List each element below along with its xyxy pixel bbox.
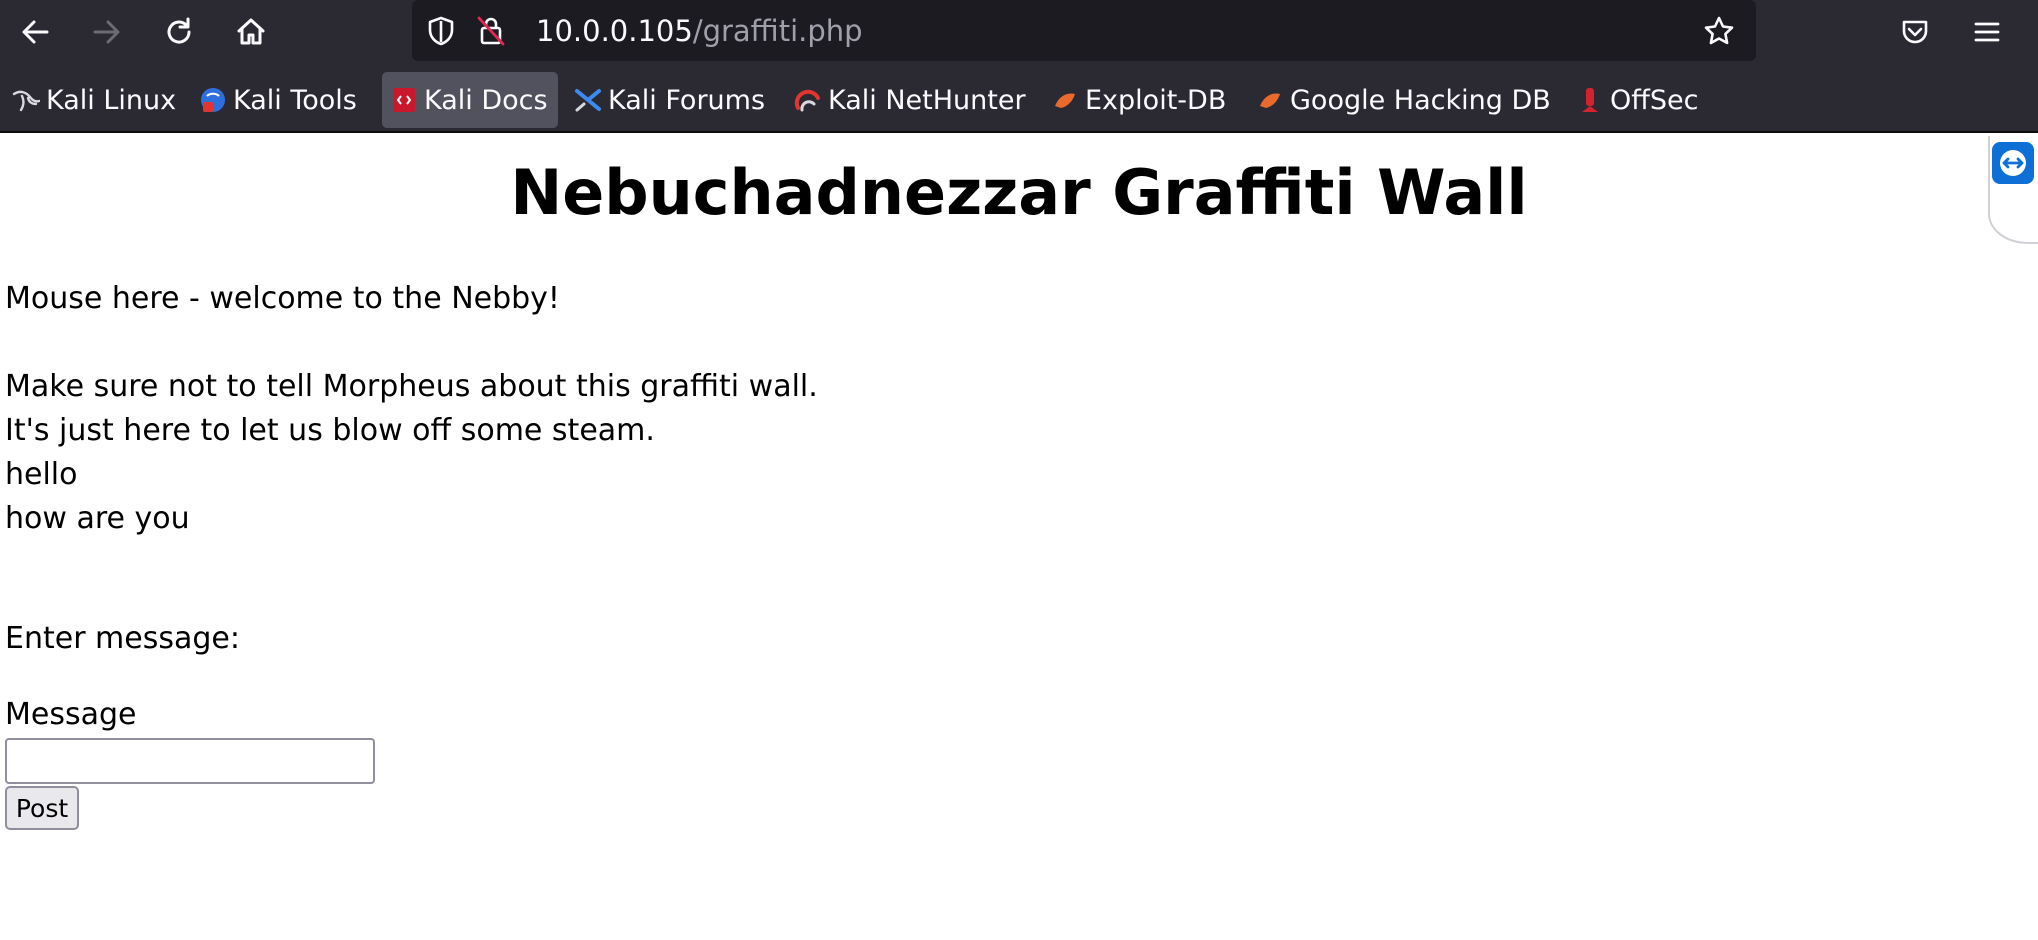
bookmark-kali-forums[interactable]: Kali Forums <box>566 72 775 128</box>
message-input[interactable] <box>5 738 375 784</box>
reload-button[interactable] <box>156 10 202 54</box>
message-field-label: Message <box>5 697 137 732</box>
graffiti-message: hello <box>5 457 78 492</box>
bookmark-google-hacking-db[interactable]: Google Hacking DB <box>1248 72 1561 128</box>
bookmarks-toolbar: Kali Linux Kali Tools Kali Docs Kali For… <box>0 72 2038 130</box>
bookmark-label: Kali NetHunter <box>828 84 1026 116</box>
bookmark-kali-tools[interactable]: Kali Tools <box>191 72 367 128</box>
exploit-db-icon <box>1051 86 1079 114</box>
post-button[interactable]: Post <box>5 786 79 830</box>
bookmark-offsec[interactable]: OffSec <box>1568 72 1708 128</box>
bookmark-label: Google Hacking DB <box>1290 84 1551 116</box>
kali-dragon-icon <box>12 86 40 114</box>
forward-button[interactable] <box>84 10 130 54</box>
ghdb-icon <box>1256 86 1284 114</box>
pocket-button[interactable] <box>1892 10 1938 54</box>
graffiti-message: how are you <box>5 501 190 536</box>
kali-forums-icon <box>574 86 602 114</box>
bookmark-label: Kali Tools <box>233 84 357 116</box>
bookmark-kali-nethunter[interactable]: Kali NetHunter <box>786 72 1036 128</box>
back-button[interactable] <box>12 10 58 54</box>
form-prompt: Enter message: <box>5 621 240 656</box>
bookmark-label: OffSec <box>1610 84 1699 116</box>
bookmark-label: Kali Linux <box>46 84 177 116</box>
bookmark-kali-linux[interactable]: Kali Linux <box>4 72 186 128</box>
app-menu-button[interactable] <box>1964 10 2010 54</box>
hamburger-menu-icon <box>1974 22 2000 42</box>
graffiti-message: Make sure not to tell Morpheus about thi… <box>5 369 818 404</box>
page-content: Nebuchadnezzar Graffiti Wall Mouse here … <box>0 133 2038 940</box>
offsec-icon <box>1576 86 1604 114</box>
url-path: /graffiti.php <box>692 14 863 48</box>
reload-icon <box>167 17 191 44</box>
welcome-line: Mouse here - welcome to the Nebby! <box>5 281 560 316</box>
browser-chrome: 10.0.0.105/graffiti.php Kali Linux Kali … <box>0 0 2038 133</box>
bookmark-label: Kali Docs <box>424 84 548 116</box>
insecure-lock-icon[interactable] <box>474 14 508 48</box>
bookmark-kali-docs[interactable]: Kali Docs <box>382 72 558 128</box>
bookmark-label: Kali Forums <box>608 84 766 116</box>
url-host: 10.0.0.105 <box>536 14 693 48</box>
bookmark-exploit-db[interactable]: Exploit-DB <box>1043 72 1236 128</box>
navigation-toolbar: 10.0.0.105/graffiti.php <box>0 0 2038 66</box>
arrow-right-icon <box>93 20 120 44</box>
page-title: Nebuchadnezzar Graffiti Wall <box>510 156 1528 229</box>
kali-tools-icon <box>199 86 227 114</box>
shield-icon[interactable] <box>424 14 458 48</box>
home-button[interactable] <box>228 10 274 54</box>
home-icon <box>237 18 265 45</box>
graffiti-message: It's just here to let us blow off some s… <box>5 413 655 448</box>
remote-support-side-tab[interactable] <box>1988 136 2038 244</box>
url-text[interactable]: 10.0.0.105/graffiti.php <box>536 14 863 48</box>
arrow-left-icon <box>22 20 49 44</box>
bookmark-star-icon[interactable] <box>1702 14 1736 48</box>
kali-nethunter-icon <box>794 86 822 114</box>
bookmark-label: Exploit-DB <box>1085 84 1227 116</box>
kali-docs-icon <box>390 86 418 114</box>
pocket-icon <box>1902 20 1928 44</box>
url-bar[interactable]: 10.0.0.105/graffiti.php <box>412 0 1756 61</box>
double-arrow-icon <box>1992 142 2034 184</box>
